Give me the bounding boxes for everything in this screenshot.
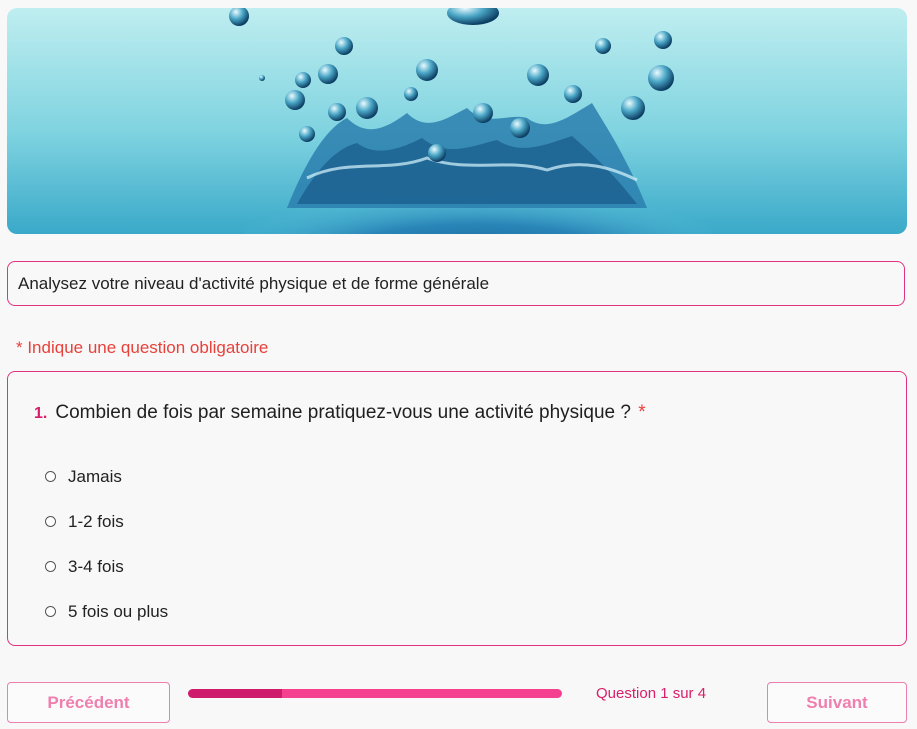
required-note: * Indique une question obligatoire bbox=[16, 338, 269, 357]
option-3-4-fois[interactable]: 3-4 fois bbox=[45, 544, 168, 589]
question-label: Combien de fois par semaine pratiquez-vo… bbox=[55, 402, 631, 423]
banner-image bbox=[7, 8, 907, 234]
options-list: Jamais 1-2 fois 3-4 fois 5 fois ou plus bbox=[45, 454, 168, 634]
option-label: 3-4 fois bbox=[68, 556, 124, 576]
radio-button[interactable] bbox=[45, 516, 56, 527]
option-jamais[interactable]: Jamais bbox=[45, 454, 168, 499]
question-text: Combien de fois par semaine pratiquez-vo… bbox=[55, 402, 645, 424]
question-number: 1. bbox=[34, 405, 48, 422]
question-card: 1. Combien de fois par semaine pratiquez… bbox=[7, 371, 907, 646]
next-button[interactable]: Suivant bbox=[767, 682, 907, 723]
radio-button[interactable] bbox=[45, 606, 56, 617]
water-splash-image bbox=[7, 8, 907, 234]
question-header: 1. Combien de fois par semaine pratiquez… bbox=[34, 402, 646, 424]
radio-button[interactable] bbox=[45, 561, 56, 572]
option-label: 1-2 fois bbox=[68, 511, 124, 531]
survey-page: Analysez votre niveau d'activité physiqu… bbox=[0, 0, 917, 729]
option-5-fois-ou-plus[interactable]: 5 fois ou plus bbox=[45, 589, 168, 634]
previous-button[interactable]: Précédent bbox=[7, 682, 170, 723]
progress-bar bbox=[188, 689, 562, 698]
option-label: Jamais bbox=[68, 466, 122, 486]
form-title: Analysez votre niveau d'activité physiqu… bbox=[7, 261, 905, 306]
option-label: 5 fois ou plus bbox=[68, 601, 169, 621]
required-marker: * bbox=[638, 402, 646, 423]
radio-button[interactable] bbox=[45, 471, 56, 482]
form-title-text: Analysez votre niveau d'activité physiqu… bbox=[18, 273, 490, 293]
option-1-2-fois[interactable]: 1-2 fois bbox=[45, 499, 168, 544]
progress-text: Question 1 sur 4 bbox=[596, 685, 707, 702]
progress-bar-fill bbox=[188, 689, 282, 698]
